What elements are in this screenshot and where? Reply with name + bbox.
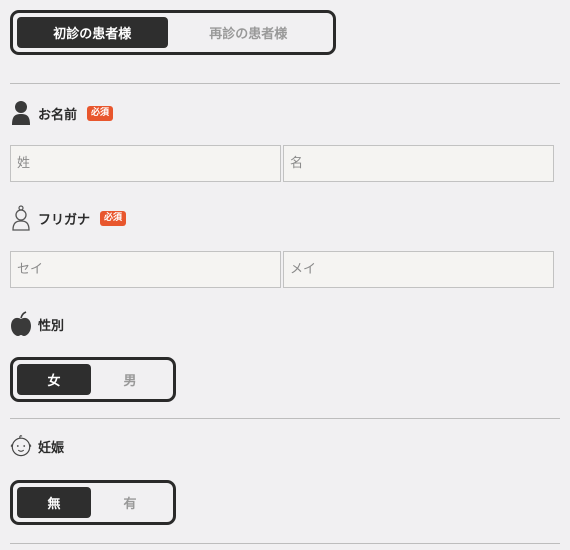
name-label: お名前 <box>38 107 78 123</box>
divider <box>10 83 560 84</box>
required-badge: 必須 <box>100 210 127 226</box>
person-outline-icon <box>10 205 32 231</box>
gender-toggle: 女 男 <box>10 357 176 402</box>
name-field-label: お名前 必須 <box>10 100 114 126</box>
gender-female-option[interactable]: 女 <box>17 364 91 395</box>
patient-type-toggle: 初診の患者様 再診の患者様 <box>10 10 336 55</box>
last-name-input[interactable] <box>10 145 281 182</box>
first-name-input[interactable] <box>283 145 554 182</box>
person-icon <box>10 100 32 126</box>
divider <box>10 543 560 544</box>
first-visit-option[interactable]: 初診の患者様 <box>17 17 168 48</box>
kana-label: フリガナ <box>38 212 91 228</box>
pregnancy-toggle: 無 有 <box>10 480 176 525</box>
baby-face-icon <box>10 433 32 459</box>
last-name-kana-input[interactable] <box>10 251 281 288</box>
first-name-kana-input[interactable] <box>283 251 554 288</box>
required-badge: 必須 <box>87 105 114 121</box>
pregnancy-no-option[interactable]: 無 <box>17 487 91 518</box>
apple-icon <box>10 311 32 337</box>
gender-male-option[interactable]: 男 <box>91 364 169 395</box>
pregnancy-field-label: 妊娠 <box>10 433 64 459</box>
gender-field-label: 性別 <box>10 311 64 337</box>
return-visit-option[interactable]: 再診の患者様 <box>168 17 329 48</box>
kana-field-label: フリガナ 必須 <box>10 205 127 231</box>
gender-label: 性別 <box>38 318 65 334</box>
divider <box>10 418 560 419</box>
pregnancy-yes-option[interactable]: 有 <box>91 487 169 518</box>
pregnancy-label: 妊娠 <box>38 440 65 456</box>
